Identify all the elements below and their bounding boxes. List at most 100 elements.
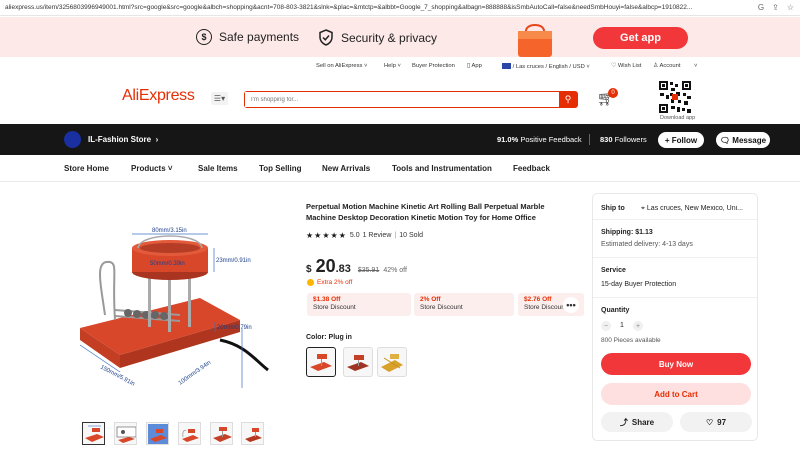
account-link[interactable]: ♙ Account <box>653 63 680 69</box>
thumbnail-image <box>148 424 168 444</box>
coin-icon <box>307 279 314 286</box>
store-nav: Store Home Products ˅ Sale Items Top Sel… <box>0 155 800 182</box>
app-link[interactable]: ▯ App <box>467 63 482 69</box>
chevron-down-icon[interactable]: ˅ <box>694 63 697 69</box>
wishlist-button[interactable]: ♡ 97 <box>680 412 752 432</box>
divider <box>593 297 757 298</box>
rating-value: 5.0 <box>349 232 360 239</box>
divider <box>593 219 757 220</box>
thumbnail-2[interactable] <box>114 422 137 445</box>
security-privacy: Security & privacy <box>318 29 437 46</box>
variant-2[interactable] <box>343 347 373 377</box>
aliexpress-logo[interactable]: AliExpress <box>122 87 195 105</box>
quantity-increase-button[interactable]: + <box>633 321 643 331</box>
coupon-label: Store Discount <box>420 304 463 311</box>
variant-3[interactable] <box>377 347 407 377</box>
nav-tools[interactable]: Tools and Instrumentation <box>392 164 492 173</box>
help-link[interactable]: Help ˅ <box>384 63 401 69</box>
followers-label: Followers <box>614 135 647 144</box>
thumbnail-1[interactable] <box>82 422 105 445</box>
quantity-label: Quantity <box>601 307 630 314</box>
thumbnail-4[interactable] <box>178 422 201 445</box>
store-name-link[interactable]: IL-Fashion Store › <box>88 135 158 144</box>
available-count: 800 Pieces available <box>601 337 661 344</box>
safe-payments: $ Safe payments <box>196 29 299 45</box>
promo-banner: $ Safe payments Security & privacy Get a… <box>0 17 800 57</box>
coupon-2[interactable]: 2% Off Store Discount <box>414 293 514 316</box>
nav-feedback[interactable]: Feedback <box>513 164 550 173</box>
url-text[interactable]: aliexpress.us/item/3256803996949001.html… <box>5 4 692 11</box>
search-bar: ⚲ <box>244 91 578 108</box>
thumbnail-image <box>116 426 136 443</box>
account-label: Account <box>659 63 681 69</box>
product-title: Perpetual Motion Machine Kinetic Art Rol… <box>306 202 545 222</box>
dim-right: 23mm/0.91in <box>216 258 251 264</box>
shipping-cost: Shipping: $1.13 <box>601 229 653 236</box>
follow-button[interactable]: + Follow <box>658 132 704 148</box>
location-pin-icon: ⌖ <box>641 205 645 212</box>
star-icon[interactable]: ☆ <box>787 3 794 12</box>
thumbnail-6[interactable] <box>241 422 264 445</box>
location-value: Las cruces, New Mexico, Uni... <box>646 205 743 212</box>
nav-products[interactable]: Products ˅ <box>131 164 173 173</box>
nav-sale-items[interactable]: Sale Items <box>198 164 238 173</box>
thumbnail-5[interactable] <box>210 422 233 445</box>
plus-icon: + <box>664 135 672 145</box>
main-product-image[interactable]: 80mm/3.15in 50mm/0.39in 23mm/0.91in 20mm… <box>70 210 270 410</box>
price-cents: .83 <box>335 263 351 275</box>
cart-count-badge: 0 <box>608 88 618 98</box>
wishlist-link[interactable]: ♡ Wish List <box>611 63 641 69</box>
dim-depth: 100mm/3.94in <box>178 360 213 387</box>
add-to-cart-button[interactable]: Add to Cart <box>601 383 751 405</box>
purchase-panel: Ship to ⌖ Las cruces, New Mexico, Uni...… <box>592 193 758 441</box>
message-button[interactable]: 🗨︎ Message <box>716 132 770 148</box>
followers: 830 Followers <box>600 135 647 144</box>
quantity-decrease-button[interactable]: − <box>601 321 611 331</box>
download-app-label: Download app <box>660 115 696 121</box>
variant-plug-in[interactable] <box>306 347 336 377</box>
coupon-1[interactable]: $1.38 Off Store Discount <box>307 293 411 316</box>
store-name: IL-Fashion Store <box>88 135 152 144</box>
chevron-right-icon: › <box>153 135 159 144</box>
browser-icons: G ⇪ ☆ <box>753 3 794 12</box>
user-icon: ♙ <box>653 63 659 69</box>
address-bar[interactable]: aliexpress.us/item/3256803996949001.html… <box>0 0 800 16</box>
search-input[interactable] <box>245 92 559 107</box>
buy-now-button[interactable]: Buy Now <box>601 353 751 375</box>
price-row: $ 20 .83 $35.91 42% off <box>306 256 407 277</box>
sell-link[interactable]: Sell on AliExpress ˅ <box>316 63 367 69</box>
feedback-label: Positive Feedback <box>520 135 582 144</box>
get-app-button[interactable]: Get app <box>593 27 688 49</box>
nav-top-selling[interactable]: Top Selling <box>259 164 302 173</box>
coupon-amount: 2% Off <box>420 296 441 303</box>
thumbnail-image <box>245 428 262 442</box>
sold-count: 10 Sold <box>399 232 423 239</box>
original-price: $35.91 <box>357 267 380 274</box>
thumbnail-3[interactable] <box>146 422 169 445</box>
share-button[interactable]: ⤴ Share <box>601 412 673 432</box>
locale-label: / Las cruces / English / USD <box>512 64 585 70</box>
nav-store-home[interactable]: Store Home <box>64 164 109 173</box>
chevron-down-icon: ˅ <box>167 164 173 173</box>
dim-length: 150mm/5.91in <box>99 364 135 387</box>
more-coupons-button[interactable]: ••• <box>563 297 579 313</box>
nav-products-label: Products <box>131 164 166 173</box>
share-icon[interactable]: ⇪ <box>772 3 779 12</box>
star-rating-icon: ★★★★★ <box>306 231 347 240</box>
share-label: Share <box>631 417 655 427</box>
locale-selector[interactable]: / Las cruces / English / USD ˅ <box>502 63 590 70</box>
nav-new-arrivals[interactable]: New Arrivals <box>322 164 370 173</box>
location-selector[interactable]: ⌖ Las cruces, New Mexico, Uni... <box>641 205 753 213</box>
search-button[interactable]: ⚲ <box>559 92 577 107</box>
message-label: Message <box>732 135 767 145</box>
buyer-protection-link[interactable]: Buyer Protection <box>412 63 455 69</box>
rating-row: ★★★★★ 5.0 1 Review | 10 Sold <box>306 231 423 240</box>
category-menu-button[interactable]: ☰▾ <box>211 92 228 105</box>
google-icon[interactable]: G <box>758 3 764 12</box>
coupon-amount: $1.38 Off <box>313 296 341 303</box>
reviews-link[interactable]: 1 Review <box>363 232 392 239</box>
quantity-value[interactable]: 1 <box>620 322 624 329</box>
heart-icon: ♡ <box>705 417 714 427</box>
followers-value: 830 <box>600 135 613 144</box>
store-logo[interactable] <box>64 131 81 148</box>
